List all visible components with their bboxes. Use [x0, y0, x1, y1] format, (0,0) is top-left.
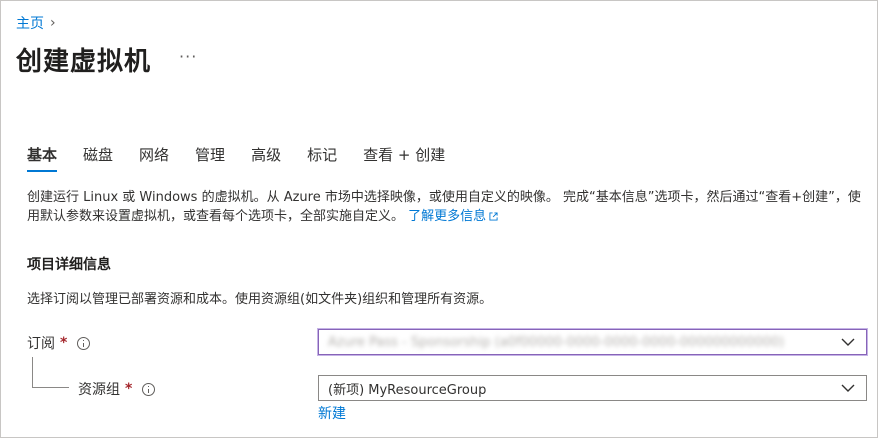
subscription-label-text: 订阅	[27, 336, 55, 352]
hierarchy-connector	[32, 357, 69, 388]
page-title: 创建虚拟机	[16, 47, 152, 77]
tab-review-create[interactable]: 查看 + 创建	[363, 144, 445, 172]
info-icon[interactable]	[142, 382, 156, 396]
chevron-down-icon	[841, 338, 855, 346]
external-link-icon	[489, 212, 498, 221]
more-options-button[interactable]: ···	[179, 47, 197, 72]
chevron-down-icon	[841, 384, 855, 392]
resource-group-label: 资源组 *	[78, 379, 156, 399]
resource-group-dropdown[interactable]: (新项) MyResourceGroup	[318, 375, 867, 401]
info-icon[interactable]	[77, 336, 91, 350]
title-row: 创建虚拟机 ···	[16, 41, 197, 78]
tab-tags[interactable]: 标记	[307, 144, 337, 172]
section-description: 选择订阅以管理已部署资源和成本。使用资源组(如文件夹)组织和管理所有资源。	[27, 292, 493, 307]
required-marker: *	[60, 335, 68, 351]
create-vm-page: 主页 › 创建虚拟机 ··· 基本 磁盘 网络 管理 高级 标记 查看 + 创建…	[0, 0, 878, 438]
tab-management[interactable]: 管理	[195, 144, 225, 172]
breadcrumb: 主页 ›	[16, 13, 56, 33]
subscription-label: 订阅 *	[27, 333, 91, 353]
learn-more-link[interactable]: 了解更多信息	[408, 209, 498, 224]
create-new-resource-group-link[interactable]: 新建	[318, 403, 346, 423]
tab-advanced[interactable]: 高级	[251, 144, 281, 172]
subscription-dropdown[interactable]: Azure Pass - Sponsorship (a0f00000-0000-…	[318, 329, 867, 355]
required-marker: *	[125, 381, 133, 397]
chevron-right-icon: ›	[50, 15, 56, 31]
subscription-value: Azure Pass - Sponsorship (a0f00000-0000-…	[328, 334, 785, 350]
intro-description: 创建运行 Linux 或 Windows 的虚拟机。从 Azure 市场中选择映…	[27, 188, 867, 226]
tab-bar: 基本 磁盘 网络 管理 高级 标记 查看 + 创建	[27, 144, 471, 172]
tab-disks[interactable]: 磁盘	[83, 144, 113, 172]
tab-networking[interactable]: 网络	[139, 144, 169, 172]
tab-basics[interactable]: 基本	[27, 144, 58, 172]
resource-group-value: (新项) MyResourceGroup	[328, 382, 487, 398]
breadcrumb-home-link[interactable]: 主页	[16, 13, 44, 33]
resource-group-label-text: 资源组	[78, 382, 120, 398]
section-title-project-details: 项目详细信息	[27, 257, 111, 273]
